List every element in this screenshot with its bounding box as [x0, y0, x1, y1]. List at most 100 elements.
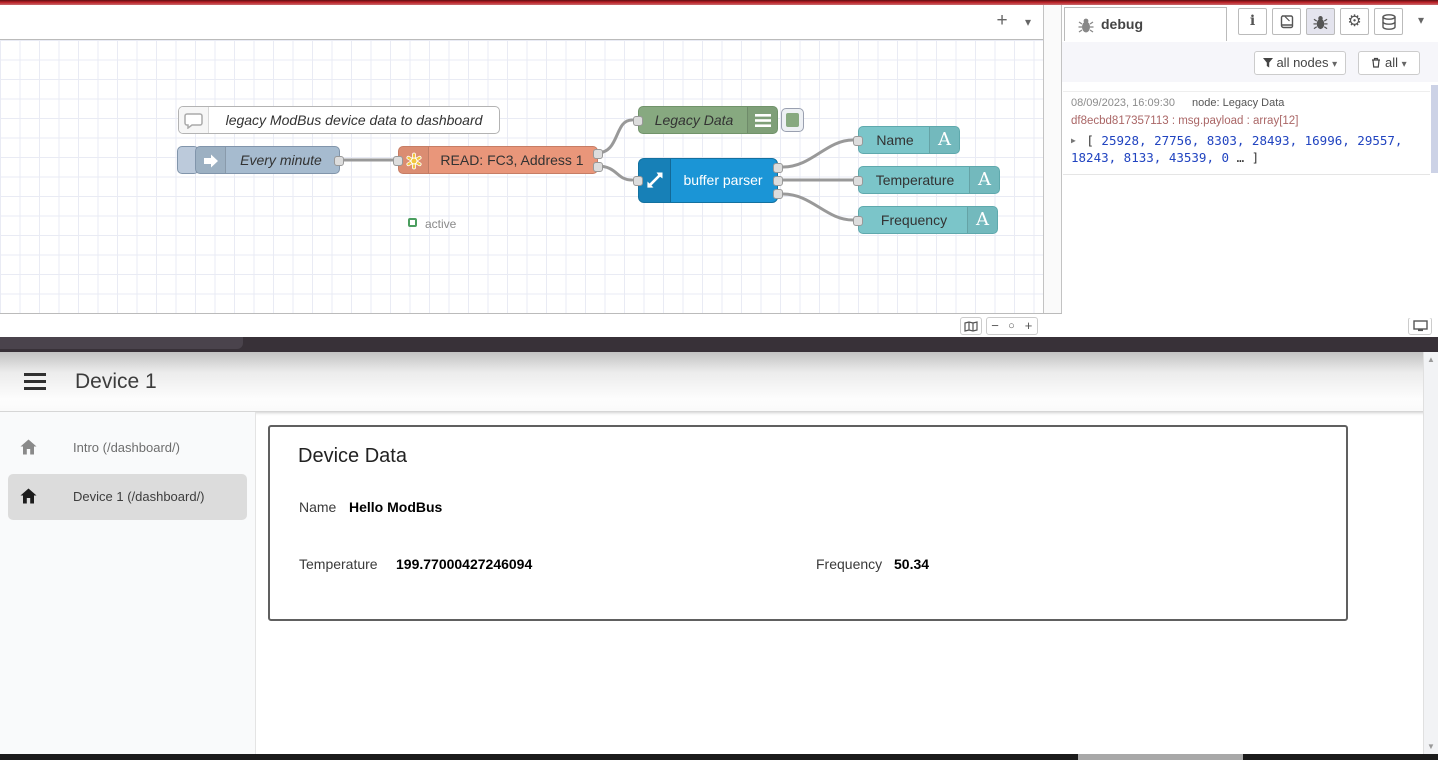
ui-text-node-temperature[interactable]: A Temperature — [858, 166, 1000, 194]
card-title: Device Data — [298, 445, 407, 468]
help-book-icon[interactable] — [1272, 8, 1301, 35]
nav-item-intro[interactable]: Intro (/dashboard/) — [0, 425, 256, 471]
open-debug-window-icon[interactable] — [1408, 317, 1432, 335]
debug-sidebar: debug i ⚙ — [1062, 5, 1438, 313]
zoom-in-button[interactable]: + — [1020, 317, 1038, 335]
inject-node[interactable]: Every minute — [195, 146, 340, 174]
context-data-icon[interactable] — [1374, 8, 1403, 35]
parser-output-port-1[interactable] — [773, 163, 783, 173]
navigator-map-icon[interactable] — [960, 317, 982, 335]
dashboard-sidebar: Intro (/dashboard/) Device 1 (/dashboard… — [0, 412, 256, 754]
debug-node-label: Legacy Data — [643, 107, 745, 133]
filter-nodes-label: all nodes — [1276, 55, 1328, 70]
parser-input-port[interactable] — [633, 176, 643, 186]
horizontal-scrollbar-track — [0, 754, 1438, 760]
status-dot-icon — [408, 218, 417, 227]
device-data-card: Device Data Name Hello ModBus Temperatur… — [268, 425, 1348, 621]
status-text: active — [425, 217, 456, 231]
nav-intro-label: Intro (/dashboard/) — [73, 440, 180, 455]
clear-messages-button[interactable]: all ▾ — [1358, 51, 1420, 75]
inject-output-port[interactable] — [334, 156, 344, 166]
home-icon — [20, 488, 37, 504]
debug-tab-label: debug — [1101, 16, 1143, 32]
ui-name-input-port[interactable] — [853, 136, 863, 146]
flow-canvas[interactable]: legacy ModBus device data to dashboard E… — [0, 40, 1043, 313]
ui-text-node-name[interactable]: A Name — [858, 126, 960, 154]
screen: + ▾ legacy ModBus device data to dashboa… — [0, 0, 1438, 760]
payload-open-bracket: [ — [1086, 133, 1094, 148]
menu-hamburger-icon[interactable] — [24, 373, 46, 390]
debug-message-list: 08/09/2023, 16:09:30 node: Legacy Data d… — [1062, 82, 1438, 318]
frequency-field-label: Frequency — [816, 556, 882, 572]
debug-toggle-indicator — [786, 113, 799, 127]
debug-scrollbar-thumb[interactable] — [1431, 85, 1438, 173]
home-icon — [20, 439, 37, 455]
zoom-out-button[interactable]: − — [986, 317, 1004, 335]
modbus-output-port-2[interactable] — [593, 162, 603, 172]
flow-tab-menu-caret-icon[interactable]: ▾ — [1019, 13, 1037, 31]
frequency-field-value: 50.34 — [894, 556, 929, 572]
debug-input-port[interactable] — [633, 116, 643, 126]
nav-device-label: Device 1 (/dashboard/) — [73, 489, 205, 504]
comment-node-label: legacy ModBus device data to dashboard — [213, 107, 495, 133]
add-flow-button[interactable]: + — [991, 11, 1013, 33]
inject-arrow-icon — [196, 147, 226, 173]
modbus-icon — [399, 147, 429, 173]
payload-ellipsis: … — [1237, 150, 1245, 165]
ui-frequency-input-port[interactable] — [853, 216, 863, 226]
info-button[interactable]: i — [1238, 8, 1267, 35]
ui-text-node-frequency[interactable]: A Frequency — [858, 206, 998, 234]
buffer-parser-label: buffer parser — [671, 159, 775, 202]
parser-output-port-2[interactable] — [773, 176, 783, 186]
debug-message[interactable]: 08/09/2023, 16:09:30 node: Legacy Data d… — [1063, 91, 1430, 175]
modbus-read-node[interactable]: READ: FC3, Address 1 — [398, 146, 598, 174]
clear-button-label: all — [1385, 55, 1398, 70]
buffer-parser-node[interactable]: buffer parser — [638, 158, 778, 203]
zoom-reset-button[interactable]: ○ — [1003, 317, 1021, 335]
modbus-node-label: READ: FC3, Address 1 — [429, 147, 595, 173]
text-widget-icon: A — [967, 207, 997, 233]
expand-caret-icon[interactable]: ▶ — [1071, 136, 1076, 145]
scroll-down-arrow-icon[interactable]: ▼ — [1424, 742, 1438, 751]
scroll-up-arrow-icon[interactable]: ▲ — [1424, 355, 1438, 364]
modbus-output-port-1[interactable] — [593, 149, 603, 159]
modbus-input-port[interactable] — [393, 156, 403, 166]
message-source-node: node: Legacy Data — [1192, 97, 1284, 109]
parser-output-port-3[interactable] — [773, 189, 783, 199]
debug-messages-button[interactable] — [1306, 8, 1335, 35]
message-property-path: df8ecbd817357113 : msg.payload : array[1… — [1071, 115, 1422, 127]
resize-arrows-icon — [639, 159, 671, 202]
comment-icon — [179, 107, 209, 133]
ui-frequency-label: Frequency — [859, 207, 969, 233]
debug-lines-icon — [747, 107, 777, 133]
filter-nodes-button[interactable]: all nodes ▾ — [1254, 51, 1346, 75]
dashboard-header: Device 1 — [0, 352, 1438, 412]
dashboard-scrollbar[interactable]: ▲ ▼ — [1423, 352, 1438, 754]
debug-filter-toolbar: all nodes ▾ all ▾ — [1062, 42, 1438, 82]
config-nodes-gear-icon[interactable]: ⚙ — [1340, 8, 1369, 35]
browser-window-tab-shadow — [0, 337, 243, 349]
dashboard-page-title: Device 1 — [75, 370, 157, 394]
ui-name-label: Name — [859, 127, 931, 153]
flow-tab-bar: + ▾ — [0, 5, 1043, 40]
comment-node[interactable]: legacy ModBus device data to dashboard — [178, 106, 500, 134]
debug-node[interactable]: Legacy Data — [638, 106, 778, 134]
panel-resize-divider[interactable] — [1043, 5, 1062, 313]
browser-window-edge — [0, 337, 1438, 352]
debug-enable-toggle[interactable] — [781, 108, 804, 132]
caret-down-icon: ▾ — [1332, 59, 1337, 70]
message-payload: ▶ [ 25928, 27756, 8303, 28493, 16996, 29… — [1071, 132, 1422, 166]
inject-node-label: Every minute — [226, 147, 336, 173]
name-field-label: Name — [299, 499, 336, 515]
temperature-field-value: 199.77000427246094 — [396, 556, 532, 572]
caret-down-icon: ▾ — [1402, 59, 1407, 70]
sidebar-menu-caret-icon[interactable]: ▾ — [1412, 13, 1430, 27]
nav-item-device-1[interactable]: Device 1 (/dashboard/) — [0, 474, 256, 520]
horizontal-scrollbar-thumb[interactable] — [1078, 754, 1243, 760]
name-field-value: Hello ModBus — [349, 499, 442, 515]
ui-temperature-label: Temperature — [859, 167, 971, 193]
text-widget-icon: A — [929, 127, 959, 153]
tab-debug[interactable]: debug — [1064, 7, 1227, 41]
message-timestamp: 08/09/2023, 16:09:30 — [1071, 97, 1175, 109]
ui-temperature-input-port[interactable] — [853, 176, 863, 186]
